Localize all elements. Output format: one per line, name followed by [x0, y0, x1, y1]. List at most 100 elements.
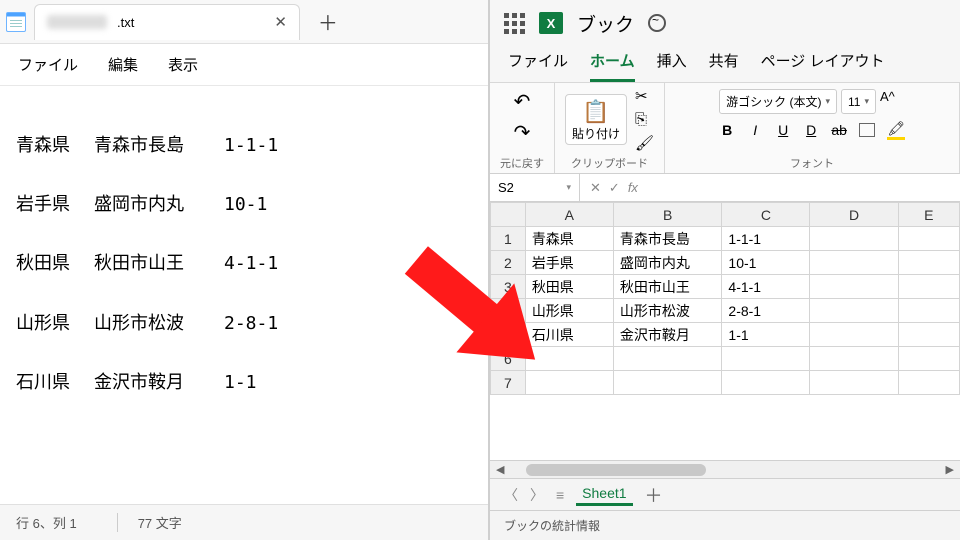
cell[interactable] — [898, 227, 959, 251]
cell[interactable] — [722, 371, 810, 395]
cloud-sync-icon[interactable] — [648, 14, 666, 32]
tab-insert[interactable]: 挿入 — [657, 50, 687, 82]
format-painter-button[interactable]: 🖌 — [635, 134, 654, 152]
cell[interactable]: 盛岡市内丸 — [613, 251, 722, 275]
cancel-formula-button[interactable]: ✕ — [590, 180, 601, 196]
row-header[interactable]: 4 — [491, 299, 526, 323]
cell[interactable] — [898, 251, 959, 275]
cell[interactable] — [810, 299, 898, 323]
cell[interactable] — [613, 347, 722, 371]
col-header[interactable]: D — [810, 203, 898, 227]
notepad-tab[interactable]: .txt ✕ — [34, 4, 300, 40]
cell[interactable] — [810, 371, 898, 395]
cell[interactable]: 4-1-1 — [722, 275, 810, 299]
cell[interactable]: 青森市長島 — [613, 227, 722, 251]
copy-button[interactable]: ⎘ — [635, 111, 654, 128]
col-header[interactable]: C — [722, 203, 810, 227]
row-header[interactable]: 2 — [491, 251, 526, 275]
enter-formula-button[interactable]: ✓ — [609, 180, 620, 196]
excel-statusbar[interactable]: ブックの統計情報 — [490, 510, 960, 540]
cell[interactable]: 2-8-1 — [722, 299, 810, 323]
cell[interactable] — [898, 299, 959, 323]
scroll-right-icon[interactable]: ▶ — [946, 463, 954, 476]
fill-color-button[interactable]: 🖍 — [887, 120, 905, 140]
cell[interactable]: 秋田県 — [525, 275, 613, 299]
add-sheet-button[interactable]: ＋ — [645, 482, 663, 508]
tab-home[interactable]: ホーム — [590, 50, 635, 82]
cell[interactable]: 1-1-1 — [722, 227, 810, 251]
col-header[interactable]: A — [525, 203, 613, 227]
cell[interactable]: 1-1 — [722, 323, 810, 347]
undo-button[interactable]: ↶ — [514, 89, 531, 114]
workbook-title[interactable]: ブック — [577, 10, 634, 37]
cell[interactable]: 山形県 — [525, 299, 613, 323]
cell[interactable] — [810, 251, 898, 275]
row-header[interactable]: 7 — [491, 371, 526, 395]
cell[interactable]: 金沢市鞍月 — [613, 323, 722, 347]
cell[interactable]: 10-1 — [722, 251, 810, 275]
sheet-list-button[interactable]: ≡ — [556, 487, 564, 503]
borders-button[interactable] — [859, 123, 875, 137]
text-cell: 青森市長島 — [94, 136, 224, 156]
grow-font-button[interactable]: A^ — [880, 89, 895, 114]
cell[interactable] — [525, 371, 613, 395]
redo-button[interactable]: ↷ — [514, 120, 531, 145]
font-name-select[interactable]: 游ゴシック (本文)▾ — [719, 89, 837, 114]
app-launcher-icon[interactable] — [504, 13, 525, 34]
row-header[interactable]: 6 — [491, 347, 526, 371]
italic-button[interactable]: I — [747, 122, 763, 138]
cell[interactable]: 岩手県 — [525, 251, 613, 275]
menu-view[interactable]: 表示 — [168, 54, 198, 75]
tab-share[interactable]: 共有 — [709, 50, 739, 82]
cell[interactable] — [810, 227, 898, 251]
chevron-down-icon: ▾ — [566, 182, 571, 193]
sheet-tabs-bar: 〈 〉 ≡ Sheet1 ＋ — [490, 478, 960, 510]
cell[interactable]: 秋田市山王 — [613, 275, 722, 299]
name-box[interactable]: S2 ▾ — [490, 174, 580, 201]
row-header[interactable]: 1 — [491, 227, 526, 251]
close-tab-icon[interactable]: ✕ — [274, 13, 287, 31]
cell[interactable] — [525, 347, 613, 371]
fx-button[interactable]: fx — [628, 180, 638, 195]
new-tab-button[interactable]: ＋ — [308, 7, 348, 36]
sheet-next-button[interactable]: 〉 — [530, 485, 544, 505]
scroll-left-icon[interactable]: ◀ — [496, 463, 504, 476]
spreadsheet-grid[interactable]: A B C D E 1青森県青森市長島1-1-1 2岩手県盛岡市内丸10-1 3… — [490, 202, 960, 460]
horizontal-scrollbar[interactable]: ◀ ▶ — [490, 460, 960, 478]
cell[interactable] — [810, 323, 898, 347]
bold-button[interactable]: B — [719, 122, 735, 138]
font-size-select[interactable]: 11▾ — [841, 89, 876, 114]
status-charcount: 77 文字 — [117, 513, 182, 532]
select-all-corner[interactable] — [491, 203, 526, 227]
cell[interactable] — [613, 371, 722, 395]
sheet-tab[interactable]: Sheet1 — [576, 483, 632, 506]
col-header[interactable]: E — [898, 203, 959, 227]
cell[interactable] — [810, 275, 898, 299]
cell[interactable]: 青森県 — [525, 227, 613, 251]
double-underline-button[interactable]: D — [803, 122, 819, 138]
cut-button[interactable]: ✂ — [635, 87, 654, 105]
underline-button[interactable]: U — [775, 122, 791, 138]
cell[interactable]: 石川県 — [525, 323, 613, 347]
strikethrough-button[interactable]: ab — [831, 122, 847, 138]
col-header[interactable]: B — [613, 203, 722, 227]
row-header[interactable]: 3 — [491, 275, 526, 299]
notepad-text-area[interactable]: 青森県青森市長島1-1-1 岩手県盛岡市内丸10-1 秋田県秋田市山王4-1-1… — [0, 86, 488, 504]
cell[interactable] — [722, 347, 810, 371]
notepad-menu: ファイル 編集 表示 — [0, 44, 488, 86]
cell[interactable] — [898, 323, 959, 347]
cell[interactable] — [810, 347, 898, 371]
scrollbar-thumb[interactable] — [526, 464, 706, 476]
tab-page-layout[interactable]: ページ レイアウト — [761, 50, 885, 82]
cell[interactable] — [898, 371, 959, 395]
cell[interactable]: 山形市松波 — [613, 299, 722, 323]
cell[interactable] — [898, 275, 959, 299]
tab-file[interactable]: ファイル — [508, 50, 568, 82]
paste-button[interactable]: 📋 貼り付け — [565, 94, 627, 145]
cell[interactable] — [898, 347, 959, 371]
sheet-prev-button[interactable]: 〈 — [504, 485, 518, 505]
row-header[interactable]: 5 — [491, 323, 526, 347]
formula-bar-row: S2 ▾ ✕ ✓ fx — [490, 174, 960, 202]
menu-edit[interactable]: 編集 — [108, 54, 138, 75]
menu-file[interactable]: ファイル — [18, 54, 78, 75]
